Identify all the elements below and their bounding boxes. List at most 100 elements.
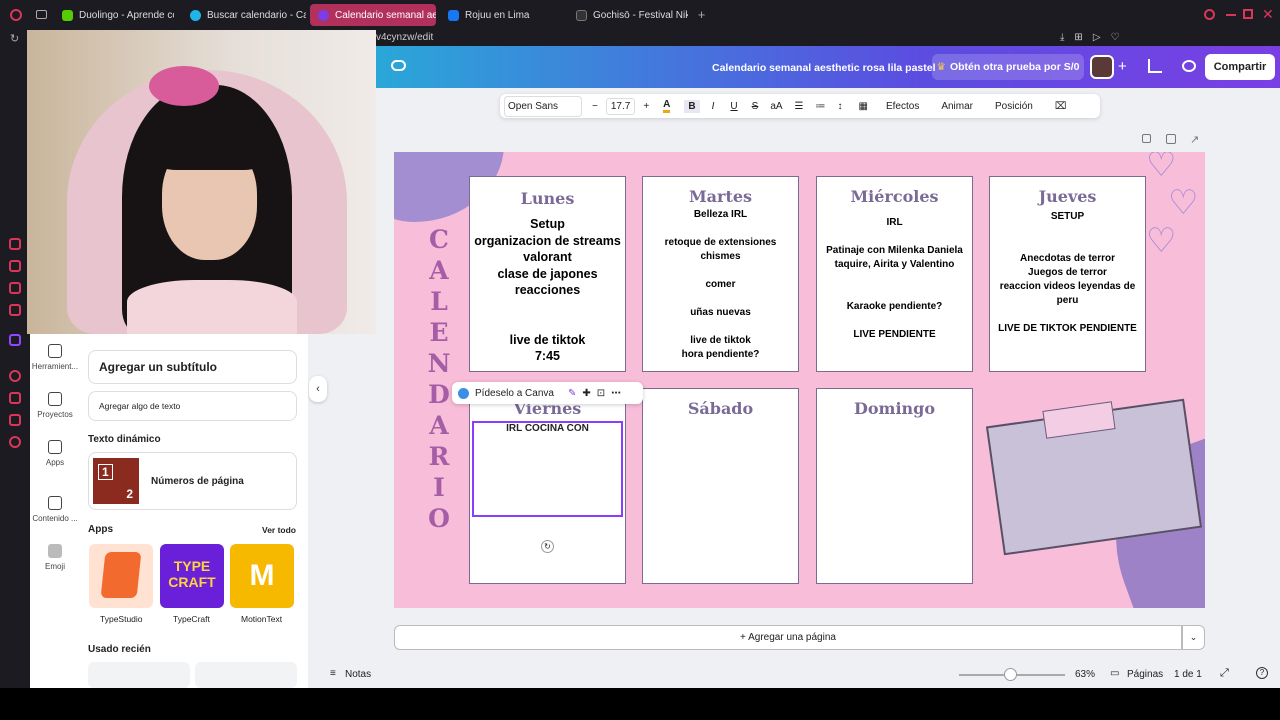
notes-button[interactable]: Notas <box>345 669 371 680</box>
collapse-panel-button[interactable]: ‹ <box>309 376 327 402</box>
pin-icon[interactable]: ⊞ <box>1074 32 1082 43</box>
day-card-martes[interactable]: Martes Belleza IRL retoque de extensione… <box>642 176 799 372</box>
magic-write-icon[interactable]: ✎ <box>568 388 576 399</box>
avatar[interactable] <box>1090 55 1114 79</box>
position-button[interactable]: Posición <box>995 101 1033 112</box>
twitch-icon[interactable] <box>9 334 21 346</box>
sidebar-app-icon[interactable] <box>9 370 21 382</box>
day-card-miercoles[interactable]: Miércoles IRL Patinaje con Milenka Danie… <box>816 176 973 372</box>
day-card-sabado[interactable]: Sábado <box>642 388 799 584</box>
analytics-icon[interactable] <box>1148 59 1162 73</box>
fullscreen-icon[interactable]: ⤢ <box>1220 667 1229 680</box>
add-page-dropdown-icon[interactable]: ⌄ <box>1182 625 1205 650</box>
font-size-decrease-button[interactable]: − <box>592 101 598 112</box>
effects-button[interactable]: Efectos <box>886 101 919 112</box>
url-text[interactable]: v4cynzw/edit <box>376 32 433 43</box>
rail-apps[interactable]: Apps <box>30 440 80 467</box>
trial-button[interactable]: ♛ Obtén otra prueba por S/0 <box>932 54 1084 80</box>
font-size-input[interactable]: 17.7 <box>605 97 636 115</box>
tab-overview-icon[interactable] <box>36 10 47 19</box>
recent-item[interactable] <box>195 662 297 688</box>
sidebar-app-icon[interactable] <box>9 282 21 294</box>
maximize-icon[interactable] <box>1243 9 1253 19</box>
recent-item[interactable] <box>88 662 190 688</box>
app-typestudio[interactable] <box>89 544 153 608</box>
cloud-save-icon[interactable] <box>391 60 406 71</box>
italic-icon[interactable]: I <box>712 101 715 112</box>
rail-tools[interactable]: Herramient... <box>30 344 80 371</box>
heart-icon[interactable]: ♡ <box>1111 32 1120 43</box>
day-text[interactable]: IRL Patinaje con Milenka Daniela taquire… <box>817 216 972 342</box>
close-icon[interactable]: ✕ <box>1262 6 1274 23</box>
tab-gochiso[interactable]: Gochisō - Festival Nikkei <box>568 4 688 26</box>
sidebar-app-icon[interactable] <box>9 392 21 404</box>
add-page-button[interactable]: + Agregar una página <box>394 625 1182 650</box>
day-title: Domingo <box>853 399 936 418</box>
ask-canva-button[interactable]: Pídeselo a Canva <box>475 388 554 399</box>
duplicate-icon[interactable] <box>1166 134 1176 144</box>
share-page-icon[interactable]: ↗ <box>1190 133 1199 146</box>
animate-button[interactable]: Animar <box>941 101 973 112</box>
notes-icon[interactable]: ≡ <box>330 668 336 679</box>
play-icon[interactable]: ▷ <box>1093 32 1101 43</box>
share-button[interactable]: Compartir <box>1205 54 1275 80</box>
strikethrough-icon[interactable]: S <box>752 101 759 112</box>
browser-menu-icon[interactable] <box>10 9 22 21</box>
comment-icon[interactable] <box>1182 60 1196 72</box>
sidebar-app-icon[interactable] <box>9 238 21 250</box>
zoom-slider-handle[interactable] <box>1004 668 1017 681</box>
day-card-domingo[interactable]: Domingo <box>816 388 973 584</box>
sidebar-app-icon[interactable] <box>9 260 21 272</box>
tab-canva-search[interactable]: Buscar calendario - Canva <box>182 4 306 26</box>
font-size-increase-button[interactable]: + <box>643 101 649 112</box>
day-card-jueves[interactable]: Jueves SETUP Anecdotas de terror Juegos … <box>989 176 1146 372</box>
sidebar-app-icon[interactable] <box>9 414 21 426</box>
rotate-handle-icon[interactable]: ↻ <box>541 540 554 553</box>
spacing-icon[interactable]: ↕ <box>838 101 843 112</box>
text-color-icon[interactable]: A <box>663 99 671 113</box>
tab-duolingo[interactable]: Duolingo - Aprende con le <box>54 4 174 26</box>
app-motiontext[interactable]: M <box>230 544 294 608</box>
list-icon[interactable]: ≔ <box>816 101 826 112</box>
design-page[interactable]: ♡ ♡ ♡ CALENDARIO Lunes Setup organizacion … <box>394 152 1205 608</box>
transparency-icon[interactable]: ▦ <box>859 101 868 112</box>
tab-canva-calendar[interactable]: Calendario semanal aesth <box>310 4 436 26</box>
rail-content[interactable]: Contenido ... <box>30 496 80 523</box>
reload-icon[interactable]: ↻ <box>10 32 19 45</box>
document-title[interactable]: Calendario semanal aesthetic rosa lila p… <box>712 62 936 74</box>
see-all-link[interactable]: Ver todo <box>262 525 296 535</box>
lock-icon[interactable]: ⊡ <box>597 388 605 399</box>
letter-case-icon[interactable]: aA <box>770 101 782 112</box>
day-text[interactable]: Setup organizacion de streams valorant c… <box>470 216 625 365</box>
search-icon[interactable] <box>1204 9 1215 20</box>
more-options-icon[interactable]: ⋯ <box>611 388 621 399</box>
add-text-button[interactable]: Agregar algo de texto <box>88 391 297 421</box>
tab-facebook[interactable]: Rojuu en Lima <box>440 4 560 26</box>
selected-text-box[interactable]: IRL COCINA CON <box>472 421 623 517</box>
minimize-icon[interactable] <box>1226 14 1236 16</box>
rail-emoji[interactable]: Emoji <box>30 544 80 571</box>
pages-button[interactable]: Páginas <box>1127 669 1163 680</box>
add-subtitle-button[interactable]: Agregar un subtítulo <box>88 350 297 384</box>
zoom-level[interactable]: 63% <box>1075 669 1095 680</box>
sidebar-app-icon[interactable] <box>9 304 21 316</box>
comment-add-icon[interactable]: ✚ <box>582 388 590 399</box>
underline-icon[interactable]: U <box>730 101 737 112</box>
app-typecraft[interactable]: TYPE CRAFT <box>160 544 224 608</box>
lock-icon[interactable] <box>1142 134 1151 143</box>
help-icon[interactable]: ? <box>1256 667 1268 679</box>
day-card-lunes[interactable]: Lunes Setup organizacion de streams valo… <box>469 176 626 372</box>
day-text[interactable]: Belleza IRL retoque de extensiones chism… <box>643 208 798 362</box>
rail-projects[interactable]: Proyectos <box>30 392 80 419</box>
new-tab-icon[interactable]: + <box>695 8 708 21</box>
paint-format-icon[interactable]: ⌧ <box>1055 101 1067 112</box>
bold-icon[interactable]: B <box>684 99 700 113</box>
add-collaborator-icon[interactable]: + <box>1118 58 1127 75</box>
day-text[interactable]: IRL COCINA CON <box>474 422 621 436</box>
download-icon[interactable]: ⤓ <box>1060 32 1064 43</box>
settings-icon[interactable] <box>9 436 21 448</box>
page-numbers-card[interactable]: 1 2 Números de página <box>88 452 297 510</box>
font-select[interactable]: Open Sans <box>504 95 582 117</box>
day-text[interactable]: SETUP Anecdotas de terror Juegos de terr… <box>990 210 1145 336</box>
align-icon[interactable]: ☰ <box>795 101 804 112</box>
